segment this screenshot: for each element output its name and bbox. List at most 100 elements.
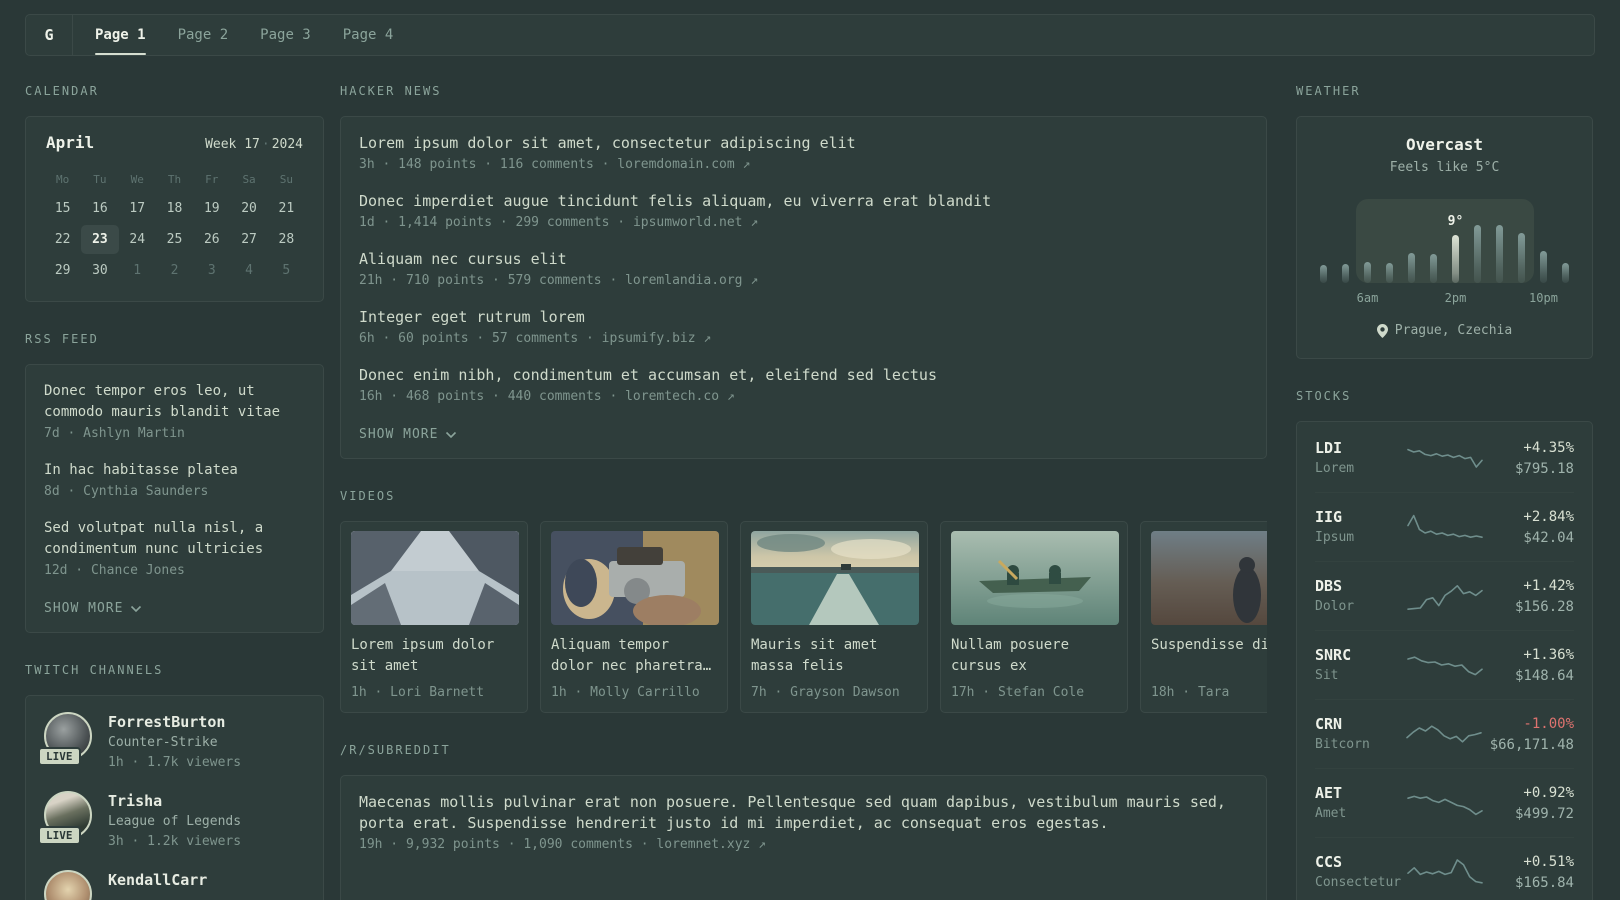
weather-location-text: Prague, Czechia: [1394, 323, 1513, 338]
hn-item-domain-link[interactable]: ipsumworld.net: [633, 215, 743, 230]
weekday-label: Fr: [205, 173, 219, 186]
stock-change: +0.92%: [1523, 785, 1574, 801]
right-column: WEATHER Overcast Feels like 5°C 6am 9° 2p…: [1296, 56, 1593, 900]
calendar-day: 29: [54, 263, 71, 278]
calendar-day: 15: [54, 201, 71, 216]
video-meta: 1h · Molly Carrillo: [551, 685, 700, 700]
video-thumbnail-canoe: [951, 531, 1119, 625]
current-temp-label: 9°: [1447, 214, 1464, 229]
tab-page-3[interactable]: Page 3: [260, 15, 311, 55]
hackernews-card: Lorem ipsum dolor sit amet, consectetur …: [340, 116, 1267, 459]
video-title: Nullam posuere cursus ex: [951, 637, 1070, 674]
stocks-section-title: STOCKS: [1296, 389, 1352, 403]
hackernews-section-title: HACKER NEWS: [340, 84, 442, 98]
weather-bar: [1474, 225, 1481, 283]
show-more-label: SHOW MORE: [359, 427, 439, 442]
time-label: 6am: [1356, 291, 1379, 305]
weekday-label: Tu: [93, 173, 107, 186]
video-card[interactable]: Nullam posuere cursus ex 17h · Stefan Co…: [940, 521, 1128, 713]
twitch-channel-row[interactable]: LIVE Trisha League of Legends 3h · 1.2k …: [38, 791, 305, 852]
hn-item-domain-link[interactable]: loremlandia.org: [625, 273, 742, 288]
twitch-avatar-wrap: LIVE: [38, 791, 92, 845]
hn-item-title[interactable]: Integer eget rutrum lorem: [359, 307, 1248, 328]
videos-section-title: VIDEOS: [340, 489, 396, 503]
stock-sparkline: [1406, 514, 1483, 539]
stock-row[interactable]: CRN Bitcorn -1.00% $66,171.48: [1315, 699, 1574, 768]
rss-item-title[interactable]: Donec tempor eros leo, ut commodo mauris…: [44, 381, 305, 423]
stock-symbol: LDI: [1315, 439, 1343, 457]
subreddit-post-title[interactable]: Maecenas mollis pulvinar erat non posuer…: [359, 792, 1248, 834]
stock-row[interactable]: IIG Ipsum +2.84% $42.04: [1315, 492, 1574, 561]
rss-section-title: RSS FEED: [25, 332, 99, 346]
calendar-grid: Mo Tu We Th Fr Sa Su 15 16 17 18 19 20 2…: [44, 168, 305, 285]
video-title: Aliquam tempor dolor nec pharetra…: [551, 637, 712, 674]
subreddit-card: Maecenas mollis pulvinar erat non posuer…: [340, 775, 1267, 900]
weather-bar-col: [1318, 203, 1330, 283]
hn-item-title[interactable]: Aliquam nec cursus elit: [359, 249, 1248, 270]
stock-change: +4.35%: [1523, 440, 1574, 456]
stock-sparkline: [1406, 656, 1483, 676]
twitch-channel-meta: 1h · 1.7k viewers: [108, 755, 242, 770]
stock-symbol: CCS: [1315, 853, 1343, 871]
middle-column: HACKER NEWS Lorem ipsum dolor sit amet, …: [340, 56, 1267, 900]
stock-row[interactable]: SNRC Sit +1.36% $148.64: [1315, 630, 1574, 699]
stock-name: Dolor: [1315, 599, 1355, 614]
hn-item-domain-link[interactable]: loremtech.co: [625, 389, 719, 404]
video-card[interactable]: Aliquam tempor dolor nec pharetra… 1h · …: [540, 521, 728, 713]
stock-price: $42.04: [1523, 530, 1574, 546]
video-card[interactable]: Lorem ipsum dolor sit amet consectetu… 1…: [340, 521, 528, 713]
rss-item: In hac habitasse platea 8d · Cynthia Sau…: [44, 460, 305, 502]
twitch-channel-info: Trisha League of Legends 3h · 1.2k viewe…: [108, 791, 241, 852]
hn-item-meta: 16h · 468 points · 440 comments · loremt…: [359, 386, 1248, 407]
stock-row[interactable]: AET Amet +0.92% $499.72: [1315, 768, 1574, 837]
hn-item-domain-link[interactable]: loremdomain.com: [617, 157, 734, 172]
hn-show-more-button[interactable]: SHOW MORE: [359, 427, 457, 442]
app-logo: G: [26, 15, 73, 55]
rss-item-title[interactable]: Sed volutpat nulla nisl, a condimentum n…: [44, 518, 305, 560]
hn-item-domain-link[interactable]: ipsumify.biz: [602, 331, 696, 346]
calendar-day: 17: [129, 201, 146, 216]
stock-id: CRN Bitcorn: [1315, 713, 1398, 755]
tab-page-1[interactable]: Page 1: [95, 15, 146, 55]
stock-name: Ipsum: [1315, 530, 1355, 545]
weather-bar-col: [1516, 203, 1528, 283]
weekday-label: Mo: [56, 173, 70, 186]
tab-page-4[interactable]: Page 4: [343, 15, 394, 55]
twitch-channel-meta: 3h · 1.2k viewers: [108, 834, 242, 849]
stock-name: Lorem: [1315, 461, 1355, 476]
dashboard-columns: CALENDAR April Week 17 · 2024 Mo Tu We Th …: [0, 56, 1620, 900]
weather-bar-col: [1428, 203, 1440, 283]
location-pin-icon: [1376, 323, 1388, 338]
show-more-label: SHOW MORE: [44, 601, 124, 616]
video-card[interactable]: Suspendisse diam 18h · Tara: [1140, 521, 1267, 713]
rss-show-more-button[interactable]: SHOW MORE: [44, 601, 142, 616]
tab-page-2[interactable]: Page 2: [178, 15, 229, 55]
stock-row[interactable]: LDI Lorem +4.35% $795.18: [1315, 424, 1574, 492]
subreddit-post: Maecenas mollis pulvinar erat non posuer…: [359, 792, 1248, 855]
stock-row[interactable]: DBS Dolor +1.42% $156.28: [1315, 561, 1574, 630]
calendar-day: 21: [278, 201, 295, 216]
weather-bar-col: 6am: [1357, 203, 1378, 305]
calendar-day: 26: [203, 232, 220, 247]
weather-bar-col: [1560, 203, 1572, 283]
calendar-card: April Week 17 · 2024 Mo Tu We Th Fr Sa Su …: [25, 116, 324, 302]
weather-bar-col: 9° 2pm: [1445, 203, 1467, 305]
twitch-channel-info: KendallCarr: [108, 870, 207, 900]
hn-item-title[interactable]: Lorem ipsum dolor sit amet, consectetur …: [359, 133, 1248, 154]
hn-item-title[interactable]: Donec enim nibh, condimentum et accumsan…: [359, 365, 1248, 386]
rss-item-title[interactable]: In hac habitasse platea: [44, 460, 305, 481]
calendar-day: 30: [92, 263, 108, 278]
rss-item: Donec tempor eros leo, ut commodo mauris…: [44, 381, 305, 444]
twitch-channel-row[interactable]: LIVE ForrestBurton Counter-Strike 1h · 1…: [38, 712, 305, 773]
hn-item: Integer eget rutrum lorem 6h · 60 points…: [359, 307, 1248, 349]
twitch-channel-row[interactable]: KendallCarr: [44, 870, 305, 900]
stock-row[interactable]: CCS Consectetur +0.51% $165.84: [1315, 837, 1574, 900]
weather-section-title: WEATHER: [1296, 84, 1361, 98]
video-card[interactable]: Mauris sit amet massa felis 7h · Grayson…: [740, 521, 928, 713]
subreddit-domain-link[interactable]: loremnet.xyz: [656, 837, 750, 852]
calendar-day: 22: [54, 232, 71, 247]
subreddit-post-stats: 19h · 9,932 points · 1,090 comments ·: [359, 837, 649, 852]
hn-item-title[interactable]: Donec imperdiet augue tincidunt felis al…: [359, 191, 1248, 212]
twitch-section-title: TWITCH CHANNELS: [25, 663, 164, 677]
video-thumbnail-sea: [751, 531, 919, 625]
